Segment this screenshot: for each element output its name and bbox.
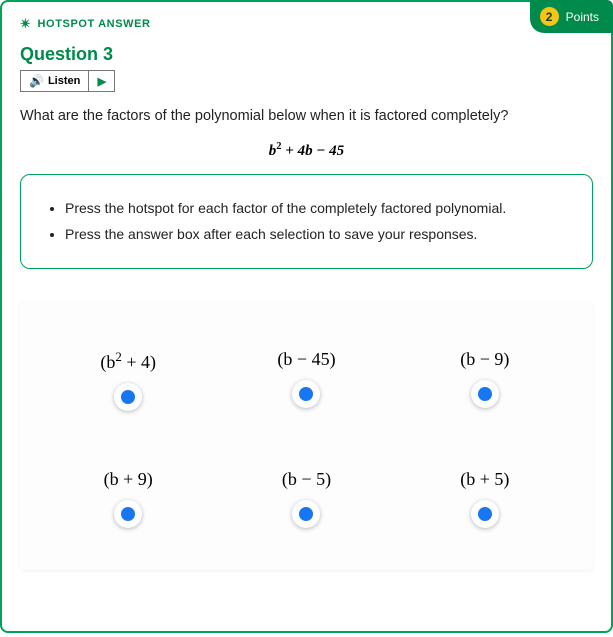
instruction-item: Press the hotspot for each factor of the…: [65, 199, 572, 219]
options-grid: (b2 + 4) (b − 45) (b − 9) (b + 9) (b − 5…: [44, 349, 569, 528]
play-icon: ▶: [98, 75, 106, 88]
option-5: (b − 5): [282, 469, 331, 528]
hotspot-button[interactable]: [471, 380, 499, 408]
listen-label: Listen: [48, 75, 80, 87]
polynomial-expression: b2 + 4b − 45: [20, 141, 593, 160]
hotspot-type-icon: ✴: [20, 16, 32, 32]
listen-controls: 🔊 Listen ▶: [20, 70, 593, 92]
hotspot-dot-icon: [299, 507, 313, 521]
hotspot-button[interactable]: [114, 383, 142, 411]
option-label: (b − 45): [277, 349, 335, 370]
play-button[interactable]: ▶: [89, 70, 115, 92]
hotspot-dot-icon: [478, 507, 492, 521]
question-type-text: HOTSPOT ANSWER: [38, 18, 151, 30]
points-badge: 2 Points: [530, 0, 613, 33]
points-label: Points: [566, 10, 599, 24]
hotspot-button[interactable]: [292, 500, 320, 528]
option-3: (b − 9): [460, 349, 509, 411]
instructions-box: Press the hotspot for each factor of the…: [20, 174, 593, 269]
question-card: ✴ HOTSPOT ANSWER 2 Points Question 3 🔊 L…: [0, 0, 613, 633]
hotspot-dot-icon: [121, 507, 135, 521]
question-type-label: ✴ HOTSPOT ANSWER: [20, 16, 151, 32]
option-label: (b + 5): [460, 469, 509, 490]
header-row: ✴ HOTSPOT ANSWER: [20, 16, 593, 32]
hotspot-dot-icon: [121, 390, 135, 404]
listen-button[interactable]: 🔊 Listen: [20, 70, 89, 92]
option-2: (b − 45): [277, 349, 335, 411]
hotspot-button[interactable]: [471, 500, 499, 528]
hotspot-button[interactable]: [292, 380, 320, 408]
option-4: (b + 9): [104, 469, 153, 528]
points-value: 2: [540, 7, 559, 26]
option-label: (b + 9): [104, 469, 153, 490]
option-label: (b − 9): [460, 349, 509, 370]
question-prompt: What are the factors of the polynomial b…: [20, 106, 593, 127]
hotspot-dot-icon: [299, 387, 313, 401]
question-title: Question 3: [20, 44, 593, 65]
speaker-icon: 🔊: [29, 74, 44, 88]
option-1: (b2 + 4): [100, 349, 156, 411]
instructions-list: Press the hotspot for each factor of the…: [49, 199, 572, 244]
hotspot-button[interactable]: [114, 500, 142, 528]
option-label: (b − 5): [282, 469, 331, 490]
answer-area: (b2 + 4) (b − 45) (b − 9) (b + 9) (b − 5…: [20, 301, 593, 570]
option-label: (b2 + 4): [100, 349, 156, 373]
hotspot-dot-icon: [478, 387, 492, 401]
instruction-item: Press the answer box after each selectio…: [65, 225, 572, 245]
option-6: (b + 5): [460, 469, 509, 528]
